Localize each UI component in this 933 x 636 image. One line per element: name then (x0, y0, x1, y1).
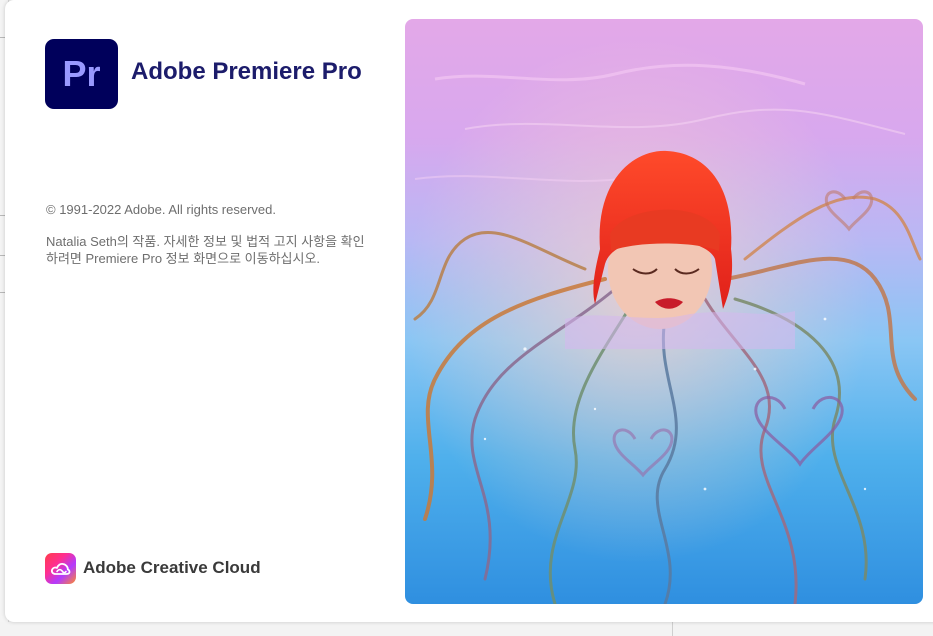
app-icon-label: Pr (62, 53, 101, 94)
background-taskbar-edge (0, 622, 933, 636)
splash-artwork-image (405, 19, 923, 604)
artwork-illustration (405, 19, 923, 604)
artwork-credits-text: Natalia Seth의 작품. 자세한 정보 및 법적 고지 사항을 확인하… (46, 234, 365, 266)
background-divider (672, 622, 673, 636)
app-title: Adobe Premiere Pro (131, 58, 362, 85)
premiere-pro-icon: Pr (45, 39, 118, 109)
creative-cloud-icon (45, 553, 76, 584)
creative-cloud-glyph (50, 562, 71, 575)
copyright-text: © 1991-2022 Adobe. All rights reserved. (46, 202, 277, 217)
creative-cloud-label: Adobe Creative Cloud (83, 558, 261, 577)
splash-screen: Pr Adobe Premiere Pro © 1991-2022 Adobe.… (5, 0, 933, 622)
